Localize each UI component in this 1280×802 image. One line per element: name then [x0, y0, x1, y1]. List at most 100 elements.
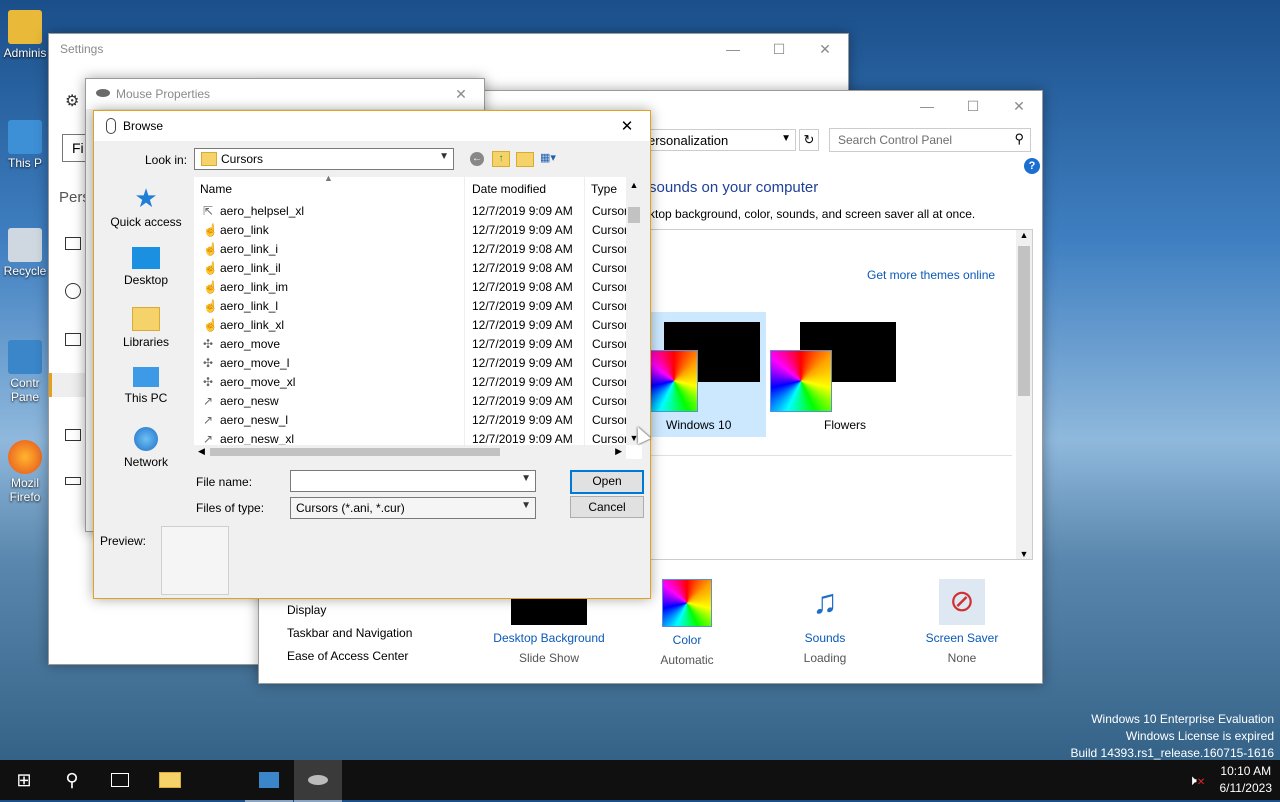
- scroll-up-icon[interactable]: ▲: [626, 180, 642, 190]
- scroll-thumb[interactable]: [1018, 246, 1030, 396]
- column-header-name[interactable]: Name: [200, 182, 232, 196]
- settings-sidebar: ⚙ Fi Pers: [49, 79, 94, 664]
- settings-titlebar[interactable]: Settings — ☐ ✕: [49, 34, 848, 64]
- taskbar-icon[interactable]: [65, 477, 81, 485]
- desktop-icon-administrator[interactable]: Adminis: [0, 10, 50, 60]
- desktop-icon-firefox[interactable]: Mozil Firefo: [0, 440, 50, 504]
- minimize-button[interactable]: —: [710, 34, 756, 64]
- cp-close-button[interactable]: ✕: [996, 91, 1042, 121]
- column-header-type[interactable]: Type: [591, 182, 617, 196]
- cancel-button[interactable]: Cancel: [570, 496, 644, 518]
- cp-maximize-button[interactable]: ☐: [950, 91, 996, 121]
- theme-flowers[interactable]: Flowers: [770, 312, 900, 437]
- scroll-left-icon[interactable]: ◀: [198, 446, 205, 457]
- desktop-icon-label: Mozil Firefo: [9, 476, 41, 504]
- lock-screen-icon[interactable]: [65, 333, 81, 346]
- file-row[interactable]: ↗ aero_nesw 12/7/2019 9:09 AM Cursor: [194, 391, 626, 410]
- chevron-down-icon[interactable]: ▼: [521, 500, 531, 511]
- up-folder-icon[interactable]: ↑: [492, 151, 510, 167]
- file-row[interactable]: ☝ aero_link_i 12/7/2019 9:08 AM Cursor: [194, 239, 626, 258]
- file-type: Cursor: [592, 280, 626, 294]
- start-button[interactable]: ⊞: [0, 760, 48, 800]
- taskbar-control-panel[interactable]: [245, 760, 293, 802]
- file-name-input[interactable]: ▼: [290, 470, 536, 492]
- volume-muted-icon[interactable]: 🕨✕: [1188, 772, 1205, 789]
- cursor-file-icon: ✣: [203, 375, 214, 389]
- files-of-type-dropdown[interactable]: Cursors (*.ani, *.cur) ▼: [290, 497, 536, 519]
- file-type: Cursor: [592, 261, 626, 275]
- look-in-dropdown[interactable]: Cursors ▼: [194, 148, 454, 170]
- place-quick-access[interactable]: ★ Quick access: [96, 185, 196, 229]
- file-list-vscrollbar[interactable]: ▲ ▼: [626, 177, 642, 445]
- scroll-right-icon[interactable]: ▶: [615, 446, 622, 457]
- see-also-ease-of-access[interactable]: Ease of Access Center: [287, 649, 408, 663]
- scroll-thumb[interactable]: [210, 448, 500, 456]
- file-row[interactable]: ✣ aero_move 12/7/2019 9:09 AM Cursor: [194, 334, 626, 353]
- desktop-icon-recycle-bin[interactable]: Recycle: [0, 228, 50, 278]
- file-date: 12/7/2019 9:09 AM: [472, 356, 573, 370]
- open-button[interactable]: Open: [570, 470, 644, 494]
- file-row[interactable]: ☝ aero_link_l 12/7/2019 9:09 AM Cursor: [194, 296, 626, 315]
- close-button[interactable]: ✕: [802, 34, 848, 64]
- taskbar-clock[interactable]: 10:10 AM 6/11/2023: [1220, 763, 1273, 797]
- scroll-thumb[interactable]: [628, 207, 640, 223]
- desktop-icon-control-panel[interactable]: Contr Pane: [0, 340, 50, 404]
- new-folder-icon[interactable]: [516, 152, 534, 167]
- taskbar-file-explorer[interactable]: [146, 760, 194, 800]
- mouse-properties-close-button[interactable]: ✕: [438, 79, 484, 109]
- file-row[interactable]: ↗ aero_nesw_l 12/7/2019 9:09 AM Cursor: [194, 410, 626, 429]
- color-item[interactable]: Color Automatic: [637, 579, 737, 667]
- place-desktop[interactable]: Desktop: [96, 247, 196, 287]
- place-libraries[interactable]: Libraries: [96, 307, 196, 349]
- file-row[interactable]: ✣ aero_move_xl 12/7/2019 9:09 AM Cursor: [194, 372, 626, 391]
- cp-minimize-button[interactable]: —: [904, 91, 950, 121]
- see-also-taskbar[interactable]: Taskbar and Navigation: [287, 626, 412, 640]
- mouse-properties-titlebar[interactable]: Mouse Properties ✕: [86, 79, 484, 109]
- themes-scrollbar[interactable]: ▲ ▼: [1016, 230, 1032, 559]
- taskbar-mouse-properties[interactable]: [294, 760, 342, 802]
- view-menu-icon[interactable]: ▦▾: [540, 151, 564, 165]
- scroll-down-icon[interactable]: ▼: [1016, 549, 1032, 559]
- task-view-button[interactable]: [96, 760, 144, 800]
- desktop-icon-this-pc[interactable]: This P: [0, 120, 50, 170]
- chevron-down-icon[interactable]: ▼: [439, 151, 449, 162]
- place-network[interactable]: Network: [96, 427, 196, 469]
- column-header-date[interactable]: Date modified: [472, 182, 546, 196]
- chevron-down-icon[interactable]: ▼: [521, 473, 531, 484]
- screen-saver-item[interactable]: ⊘ Screen Saver None: [912, 579, 1012, 665]
- browse-titlebar[interactable]: Browse ✕: [94, 111, 650, 141]
- file-row[interactable]: ↗ aero_nesw_xl 12/7/2019 9:09 AM Cursor: [194, 429, 626, 445]
- file-row[interactable]: ⇱ aero_helpsel_xl 12/7/2019 9:09 AM Cursor: [194, 201, 626, 220]
- computer-icon: [133, 367, 159, 387]
- sounds-item[interactable]: ♫ Sounds Loading: [775, 579, 875, 665]
- browse-close-button[interactable]: ✕: [604, 111, 650, 141]
- maximize-button[interactable]: ☐: [756, 34, 802, 64]
- search-button[interactable]: ⚲: [48, 760, 96, 800]
- theme-windows-10[interactable]: Windows 10: [650, 312, 766, 437]
- search-icon[interactable]: ⚲: [1014, 131, 1024, 147]
- file-list-hscrollbar[interactable]: ◀ ▶: [194, 445, 626, 459]
- gear-icon[interactable]: ⚙: [65, 91, 79, 111]
- cp-search-input[interactable]: Search Control Panel ⚲: [829, 128, 1031, 152]
- scroll-up-icon[interactable]: ▲: [1016, 230, 1032, 240]
- file-row[interactable]: ☝ aero_link_xl 12/7/2019 9:09 AM Cursor: [194, 315, 626, 334]
- place-this-pc[interactable]: This PC: [96, 367, 196, 405]
- start-icon[interactable]: [65, 429, 81, 441]
- back-icon[interactable]: ←: [470, 152, 484, 166]
- refresh-icon[interactable]: ↻: [799, 129, 819, 151]
- background-icon[interactable]: [65, 237, 81, 250]
- file-row[interactable]: ☝ aero_link_im 12/7/2019 9:08 AM Cursor: [194, 277, 626, 296]
- file-row[interactable]: ☝ aero_link_il 12/7/2019 9:08 AM Cursor: [194, 258, 626, 277]
- file-row[interactable]: ☝ aero_link 12/7/2019 9:09 AM Cursor: [194, 220, 626, 239]
- get-more-themes-link[interactable]: Get more themes online: [867, 268, 995, 282]
- colors-icon[interactable]: [65, 283, 81, 299]
- help-icon[interactable]: ?: [1024, 158, 1040, 174]
- chevron-down-icon[interactable]: ▼: [781, 133, 791, 144]
- see-also-display[interactable]: Display: [287, 603, 326, 617]
- theme-name: Flowers: [824, 418, 867, 432]
- file-name: aero_helpsel_xl: [220, 204, 305, 218]
- themes-icon[interactable]: [49, 373, 89, 397]
- file-row[interactable]: ✣ aero_move_l 12/7/2019 9:09 AM Cursor: [194, 353, 626, 372]
- cp-address-bar[interactable]: ersonalization ▼: [639, 129, 796, 151]
- computer-icon: [8, 120, 42, 154]
